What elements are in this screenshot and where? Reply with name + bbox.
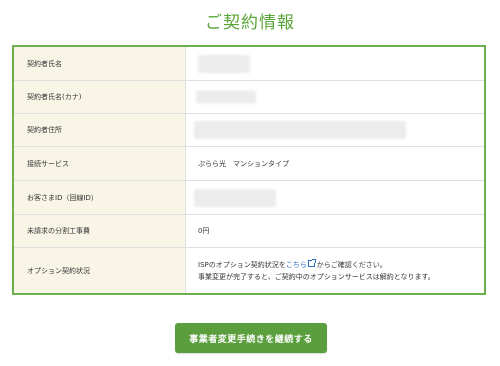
- row-label: オプション契約状況: [14, 248, 186, 293]
- row-option-status: オプション契約状況 ISPのオプション契約状況をこちら からご確認ください。 事業…: [14, 248, 484, 293]
- option-status-text: ISPのオプション契約状況をこちら からご確認ください。 事業変更が完了すると、ご…: [186, 248, 484, 293]
- redacted-value: [194, 188, 276, 207]
- option-status-line1: ISPのオプション契約状況をこちら からご確認ください。: [198, 258, 484, 271]
- row-customer-id: お客さまID（回線ID）: [14, 181, 484, 215]
- external-link-icon[interactable]: [307, 258, 316, 267]
- row-value: [186, 47, 484, 80]
- option-text-before: ISPのオプション契約状況を: [198, 260, 286, 269]
- page-title: ご契約情報: [205, 13, 295, 33]
- row-label: 未請求の分割工事費: [14, 215, 186, 247]
- redacted-value: [194, 121, 406, 139]
- row-contractor-name: 契約者氏名: [14, 47, 484, 81]
- redacted-value: [198, 54, 250, 73]
- row-label: 契約者住所: [14, 114, 186, 146]
- option-status-link[interactable]: こちら: [286, 261, 307, 269]
- row-value: 0円: [198, 227, 210, 235]
- contract-info-page: ご契約情報 契約者氏名 契約者氏名(カナ) 契約者住所 接続サービス ぷらら光 …: [0, 0, 500, 366]
- row-label: お客さまID（回線ID）: [14, 181, 186, 214]
- row-connection-service: 接続サービス ぷらら光 マンションタイプ: [14, 147, 484, 181]
- row-value: [186, 181, 484, 214]
- row-label: 契約者氏名: [14, 47, 186, 80]
- row-contractor-address: 契約者住所: [14, 114, 484, 147]
- row-label: 接続サービス: [14, 147, 186, 180]
- row-value: [186, 114, 484, 146]
- option-status-line2: 事業変更が完了すると、ご契約中のオプションサービスは解約となります。: [198, 272, 435, 281]
- continue-provider-change-button[interactable]: 事業者変更手続きを継続する: [175, 323, 327, 353]
- row-value: ぷらら光 マンションタイプ: [198, 159, 289, 168]
- option-text-after: からご確認ください。: [316, 260, 387, 269]
- row-contractor-name-kana: 契約者氏名(カナ): [14, 81, 484, 114]
- row-value: [186, 81, 484, 113]
- row-unbilled-installment: 未請求の分割工事費 0円: [14, 215, 484, 248]
- row-label: 契約者氏名(カナ): [14, 81, 186, 113]
- contract-info-table: 契約者氏名 契約者氏名(カナ) 契約者住所 接続サービス ぷらら光 マンションタ…: [12, 45, 486, 295]
- redacted-value: [196, 90, 256, 104]
